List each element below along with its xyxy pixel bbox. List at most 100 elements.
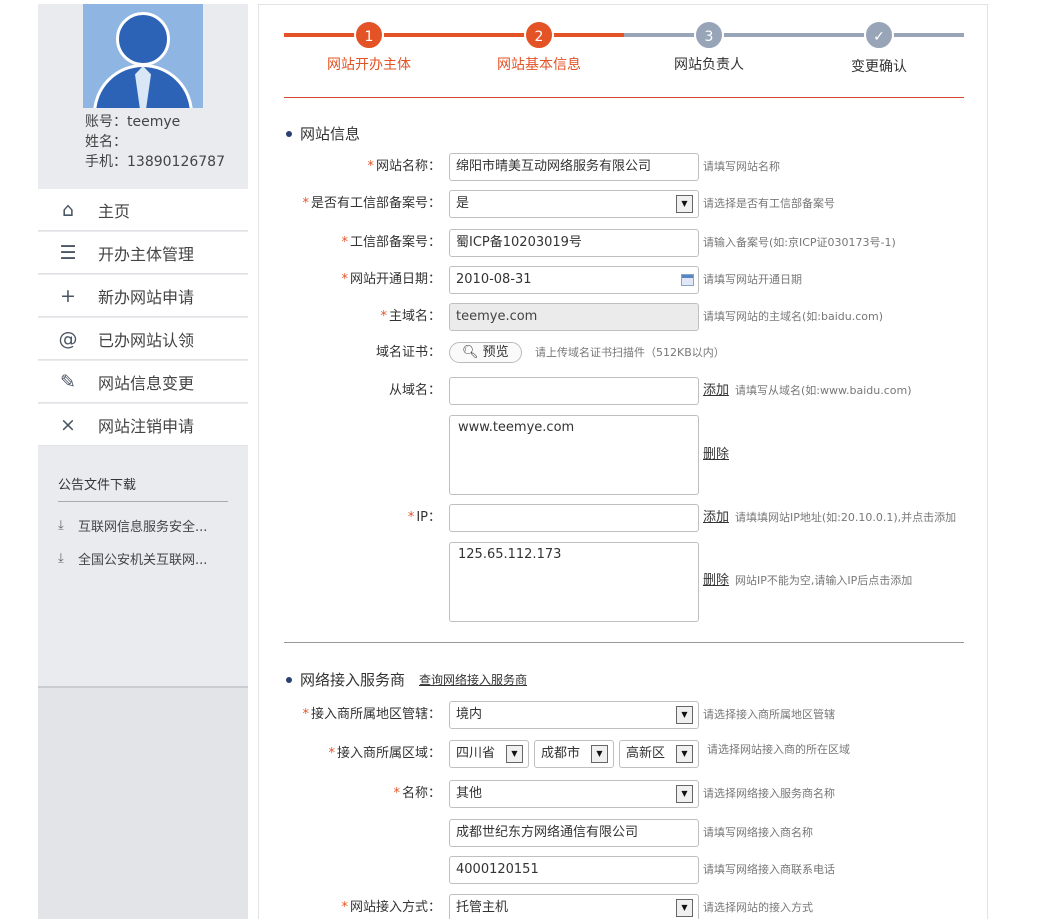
row-sub-domain-delete: 删除 (259, 441, 989, 469)
record-no-input[interactable]: 蜀ICP备10203019号 (449, 229, 699, 257)
query-isp-link[interactable]: 查询网络接入服务商 (419, 671, 527, 688)
isp-region-hint: 请选择网站接入商的所在区域 (707, 743, 850, 756)
row-isp-name: * 名称： 其他 ▼ 请选择网络接入服务商名称 (259, 780, 989, 808)
avatar (83, 4, 203, 108)
isp-name-label: * 名称： (393, 786, 441, 801)
row-site-name: * 网站名称： 绵阳市晴美互动网络服务有限公司 请填写网站名称 (259, 153, 989, 181)
preview-button[interactable]: 🔍︎ 预览 (449, 342, 522, 363)
isp-jurisdiction-label: * 接入商所属地区管辖： (302, 707, 441, 722)
download-icon: ⤓ (58, 551, 64, 566)
isp-jurisdiction-hint: 请选择接入商所属地区管辖 (703, 708, 835, 721)
select-value: 成都市 (541, 746, 581, 761)
isp-name-select[interactable]: 其他 ▼ (449, 780, 699, 808)
at-icon: @ (58, 327, 78, 350)
section-title: 网站信息 (300, 125, 361, 143)
step-label: 网站基本信息 (497, 57, 581, 73)
plus-icon: + (60, 284, 76, 307)
has-record-select[interactable]: 是 ▼ (449, 190, 699, 218)
sidebar-item-label: 主页 (98, 201, 131, 221)
home-icon: ⌂ (61, 198, 75, 221)
district-select[interactable]: 高新区 ▼ (619, 740, 699, 768)
city-select[interactable]: 成都市 ▼ (534, 740, 614, 768)
bullet-icon (286, 130, 292, 137)
chevron-down-icon: ▼ (676, 195, 693, 213)
divider (284, 97, 964, 98)
row-isp-jurisdiction: * 接入商所属地区管辖： 境内 ▼ 请选择接入商所属地区管辖 (259, 701, 989, 729)
sidebar: 账号：teemye 姓名： 手机：13890126787 ⌂ 主页 ☰ 开办主体… (38, 4, 248, 919)
sidebar-footer (38, 686, 248, 919)
list-icon: ☰ (59, 241, 77, 264)
access-mode-select[interactable]: 托管主机 ▼ (449, 894, 699, 919)
chevron-down-icon: ▼ (676, 706, 693, 724)
select-value: 境内 (456, 707, 483, 722)
isp-name-hint: 请选择网络接入服务商名称 (703, 787, 835, 800)
preview-button-label: 预览 (482, 345, 509, 360)
delete-ip-link[interactable]: 删除 (703, 567, 729, 595)
sidebar-nav: ⌂ 主页 ☰ 开办主体管理 + 新办网站申请 @ 已办网站认领 ✎ 网站信息变更… (38, 189, 248, 447)
row-domain-cert: 域名证书： 🔍︎ 预览 请上传域名证书扫描件（512KB以内） (259, 339, 989, 367)
isp-company-hint: 请填写网络接入商名称 (703, 826, 813, 839)
sidebar-item-site-change[interactable]: ✎ 网站信息变更 (38, 361, 248, 403)
close-icon: × (60, 413, 76, 436)
chevron-down-icon: ▼ (676, 785, 693, 803)
sidebar-item-claim-site[interactable]: @ 已办网站认领 (38, 318, 248, 360)
province-select[interactable]: 四川省 ▼ (449, 740, 529, 768)
sub-domain-label: 从域名： (388, 383, 441, 398)
chevron-down-icon: ▼ (676, 899, 693, 917)
ip-label: * IP： (407, 510, 441, 525)
row-sub-domain: 从域名： 添加 请填写从域名(如:www.baidu.com) (259, 377, 989, 405)
open-date-input[interactable]: 2010-08-31 (449, 266, 699, 294)
row-has-record: * 是否有工信部备案号： 是 ▼ 请选择是否有工信部备案号 (259, 190, 989, 218)
select-value: 是 (456, 196, 470, 211)
ip-hint: 请填填网站IP地址(如:20.10.0.1),并点击添加 (735, 511, 957, 524)
sidebar-item-label: 已办网站认领 (98, 330, 195, 350)
step-number: 2 (524, 20, 554, 50)
main-domain-input: teemye.com (449, 303, 699, 331)
delete-sub-domain-link[interactable]: 删除 (703, 441, 729, 469)
isp-jurisdiction-select[interactable]: 境内 ▼ (449, 701, 699, 729)
select-value: 四川省 (456, 746, 496, 761)
section-isp: 网络接入服务商 查询网络接入服务商 (286, 669, 527, 690)
row-ip-delete: 删除 网站IP不能为空,请输入IP后点击添加 (259, 567, 989, 595)
main-domain-hint: 请填写网站的主域名(如:baidu.com) (703, 310, 884, 323)
sub-domain-input[interactable] (449, 377, 699, 405)
add-sub-domain-link[interactable]: 添加 (703, 377, 729, 405)
select-value: 高新区 (626, 746, 666, 761)
isp-phone-hint: 请填写网络接入商联系电话 (703, 863, 835, 876)
open-date-label: * 网站开通日期： (341, 272, 441, 287)
step-1: 1 网站开办主体 (284, 20, 454, 74)
notice-link[interactable]: ⤓ 互联网信息服务安全... (58, 516, 228, 535)
divider (284, 642, 964, 643)
sidebar-item-home[interactable]: ⌂ 主页 (38, 189, 248, 231)
open-date-hint: 请填写网站开通日期 (703, 273, 802, 286)
isp-company-input[interactable]: 成都世纪东方网络通信有限公司 (449, 819, 699, 847)
chevron-down-icon: ▼ (591, 745, 608, 763)
row-open-date: * 网站开通日期： 2010-08-31 请填写网站开通日期 (259, 266, 989, 294)
add-ip-link[interactable]: 添加 (703, 504, 729, 532)
sidebar-item-label: 网站注销申请 (98, 416, 195, 436)
step-label: 网站负责人 (674, 57, 744, 73)
isp-region-label: * 接入商所属区域： (328, 746, 441, 761)
step-3: 3 网站负责人 (624, 20, 794, 74)
step-number: 1 (354, 20, 384, 50)
main-domain-label: * 主域名： (380, 309, 441, 324)
sidebar-item-new-site[interactable]: + 新办网站申请 (38, 275, 248, 317)
step-4: ✓ 变更确认 (794, 20, 964, 76)
isp-phone-input[interactable]: 4000120151 (449, 856, 699, 884)
row-access-mode: * 网站接入方式： 托管主机 ▼ 请选择网站的接入方式 (259, 894, 989, 919)
ip-delete-hint: 网站IP不能为空,请输入IP后点击添加 (735, 574, 913, 587)
site-name-input[interactable]: 绵阳市晴美互动网络服务有限公司 (449, 153, 699, 181)
ip-input[interactable] (449, 504, 699, 532)
sidebar-item-label: 开办主体管理 (98, 244, 195, 264)
sidebar-item-label: 网站信息变更 (98, 373, 195, 393)
sidebar-item-entity-management[interactable]: ☰ 开办主体管理 (38, 232, 248, 274)
edit-icon: ✎ (60, 370, 76, 393)
calendar-icon[interactable] (681, 274, 694, 286)
notice-link[interactable]: ⤓ 全国公安机关互联网... (58, 549, 228, 568)
search-icon: 🔍︎ (462, 345, 479, 360)
sidebar-item-site-cancel[interactable]: × 网站注销申请 (38, 404, 248, 446)
main-panel: 1 网站开办主体 2 网站基本信息 3 网站负责人 ✓ 变更确认 网站信息 * 网… (258, 4, 988, 919)
record-no-label: * 工信部备案号： (341, 235, 441, 250)
check-icon: ✓ (864, 20, 894, 50)
row-isp-phone: 4000120151 请填写网络接入商联系电话 (259, 856, 989, 884)
